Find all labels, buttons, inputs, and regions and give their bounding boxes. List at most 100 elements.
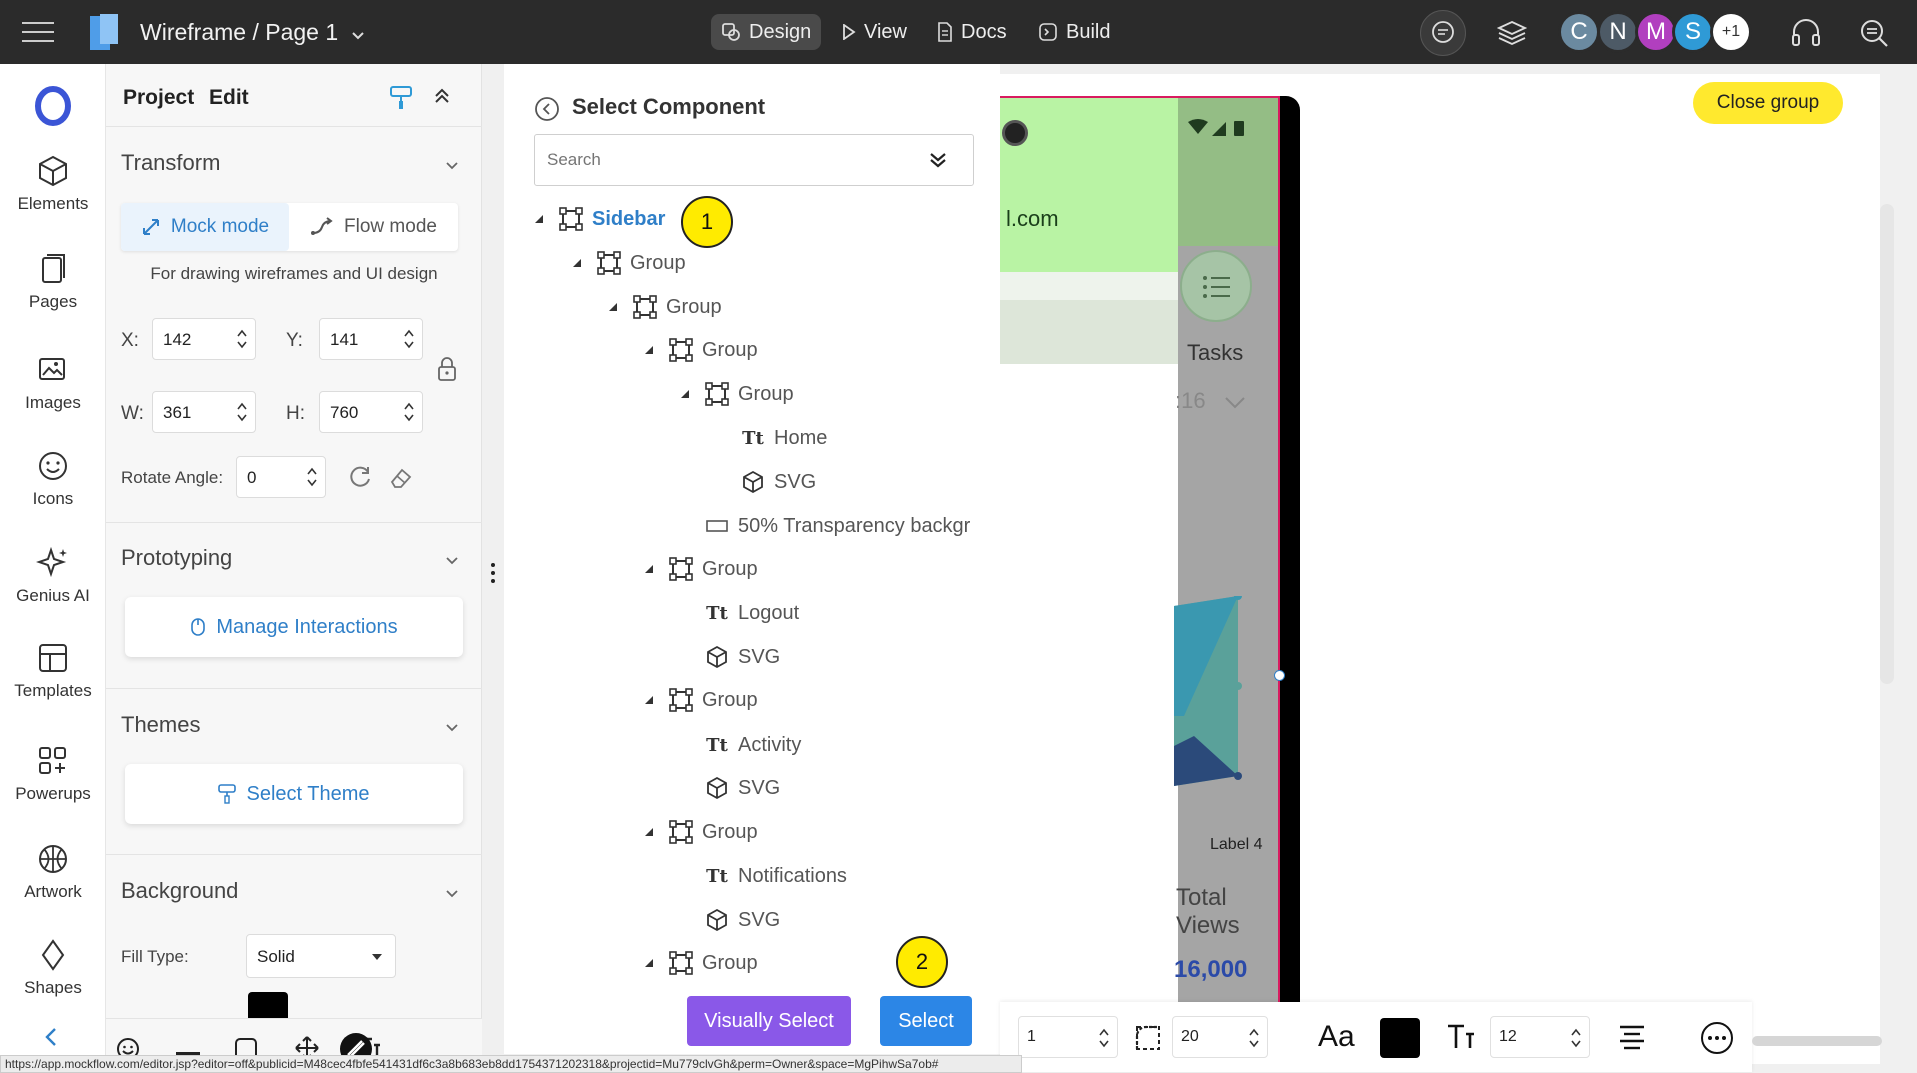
expand-triangle-icon[interactable] (644, 958, 654, 968)
tab-build[interactable]: Build (1028, 14, 1120, 50)
expand-triangle-icon[interactable] (644, 827, 654, 837)
expand-triangle-icon[interactable] (572, 258, 582, 268)
tree-row-activity[interactable]: Tt Activity (704, 730, 974, 760)
tree-row-group[interactable]: Group (644, 335, 974, 365)
rail-genius-ai[interactable]: Genius AI (0, 546, 106, 606)
layers-button[interactable] (1489, 10, 1535, 56)
comments-button[interactable] (1420, 10, 1466, 56)
chevron-down-icon[interactable] (445, 720, 459, 734)
select-button[interactable]: Select (880, 996, 972, 1046)
tree-row-svg[interactable]: SVG (704, 905, 974, 935)
fill-type-select[interactable]: Solid (246, 934, 396, 978)
rotate-input[interactable]: 0 (236, 456, 326, 498)
tree-row-group[interactable]: Group (644, 685, 974, 715)
stepper-icon[interactable] (237, 327, 247, 351)
zoom-button[interactable] (1851, 10, 1897, 56)
rail-shapes[interactable]: Shapes (0, 938, 106, 998)
w-input[interactable]: 361 (152, 391, 256, 433)
expand-triangle-icon[interactable] (644, 345, 654, 355)
flow-mode-button[interactable]: Flow mode (289, 203, 458, 251)
paint-roller-icon[interactable] (389, 84, 413, 117)
tree-row-svg[interactable]: SVG (740, 467, 974, 497)
stepper-icon[interactable] (1571, 1026, 1581, 1050)
tab-edit[interactable]: Edit (209, 86, 249, 110)
stepper-icon[interactable] (1249, 1026, 1259, 1050)
tab-docs[interactable]: Docs (927, 14, 1017, 50)
tree-row-home[interactable]: Tt Home (740, 423, 974, 453)
support-button[interactable] (1783, 10, 1829, 56)
corner-radius-input[interactable]: 20 (1172, 1016, 1268, 1058)
tab-view[interactable]: View (832, 14, 917, 50)
tree-row-sidebar[interactable]: Sidebar (534, 204, 974, 234)
text-align-icon[interactable] (1618, 1024, 1646, 1055)
tab-design[interactable]: Design (711, 14, 822, 50)
x-input[interactable]: 142 (152, 318, 256, 360)
tree-row-notifications[interactable]: Tt Notifications (704, 861, 974, 891)
tab-project[interactable]: Project (123, 86, 194, 110)
h-input[interactable]: 760 (319, 391, 423, 433)
lock-icon[interactable] (436, 356, 458, 387)
font-family-button[interactable]: Aa (1318, 1020, 1355, 1054)
avatar-s[interactable]: S (1672, 11, 1714, 53)
more-options-icon[interactable] (1700, 1021, 1734, 1060)
rail-elements[interactable]: Elements (0, 154, 106, 214)
rail-artwork[interactable]: Artwork (0, 842, 106, 902)
y-input[interactable]: 141 (319, 318, 423, 360)
tree-row-logout[interactable]: Tt Logout (704, 598, 974, 628)
eraser-icon[interactable] (388, 464, 414, 495)
project-title[interactable]: Wireframe / Page 1 (140, 0, 364, 64)
manage-interactions-button[interactable]: Manage Interactions (125, 597, 463, 657)
expand-triangle-icon[interactable] (534, 214, 544, 224)
component-search-field[interactable] (534, 134, 974, 186)
font-size-input[interactable]: 12 (1490, 1016, 1590, 1058)
phone-mockup[interactable]: l.com Tasks :16 Label 4 Total Views 16,0… (1000, 96, 1300, 1066)
tree-row-50-transparency-backgr[interactable]: 50% Transparency backgr (704, 511, 974, 541)
hamburger-menu-icon[interactable] (22, 0, 54, 64)
stepper-icon[interactable] (404, 327, 414, 351)
rail-pages[interactable]: Pages (0, 252, 106, 312)
tree-row-group[interactable]: Group (680, 379, 974, 409)
close-group-button[interactable]: Close group (1693, 82, 1843, 124)
tree-row-group[interactable]: Group (644, 817, 974, 847)
expand-triangle-icon[interactable] (644, 564, 654, 574)
double-chevron-down-icon[interactable] (929, 151, 947, 169)
back-icon[interactable] (534, 96, 560, 127)
visually-select-button[interactable]: Visually Select (687, 996, 851, 1046)
stepper-icon[interactable] (1099, 1026, 1109, 1050)
tree-row-group[interactable]: Group (608, 292, 974, 322)
resize-handle[interactable] (1274, 670, 1285, 681)
horizontal-scrollbar[interactable] (1752, 1036, 1882, 1046)
tree-row-group[interactable]: Group (572, 248, 974, 278)
tree-row-group[interactable]: Group (644, 554, 974, 584)
select-theme-button[interactable]: Select Theme (125, 764, 463, 824)
rotate-icon[interactable] (347, 464, 373, 495)
fill-color-swatch[interactable] (248, 992, 288, 1018)
component-search-input[interactable] (547, 147, 907, 173)
expand-triangle-icon[interactable] (608, 302, 618, 312)
rail-templates[interactable]: Templates (0, 641, 106, 701)
avatar-c[interactable]: C (1558, 11, 1600, 53)
avatar-n[interactable]: N (1597, 11, 1639, 53)
rail-powerups[interactable]: Powerups (0, 744, 106, 804)
collapse-panel-icon[interactable] (42, 1026, 60, 1053)
mock-mode-button[interactable]: Mock mode (121, 203, 289, 251)
text-color-swatch[interactable] (1380, 1018, 1420, 1058)
rail-images[interactable]: Images (0, 353, 106, 413)
collapse-up-icon[interactable] (434, 88, 450, 109)
chevron-down-icon[interactable] (445, 158, 459, 172)
tree-row-svg[interactable]: SVG (704, 642, 974, 672)
design-canvas[interactable]: l.com Tasks :16 Label 4 Total Views 16,0… (1000, 64, 1917, 1066)
chevron-down-icon[interactable] (445, 886, 459, 900)
panel-resize-handle[interactable] (482, 64, 504, 1054)
stepper-icon[interactable] (404, 400, 414, 424)
rail-icons[interactable]: Icons (0, 449, 106, 509)
vertical-scrollbar[interactable] (1880, 204, 1894, 684)
text-size-icon[interactable] (1446, 1022, 1476, 1057)
expand-triangle-icon[interactable] (680, 389, 690, 399)
stepper-icon[interactable] (307, 465, 317, 489)
stroke-width-input[interactable]: 1 (1018, 1016, 1118, 1058)
stepper-icon[interactable] (237, 400, 247, 424)
expand-triangle-icon[interactable] (644, 695, 654, 705)
avatar-m[interactable]: M (1635, 11, 1677, 53)
tree-row-svg[interactable]: SVG (704, 773, 974, 803)
